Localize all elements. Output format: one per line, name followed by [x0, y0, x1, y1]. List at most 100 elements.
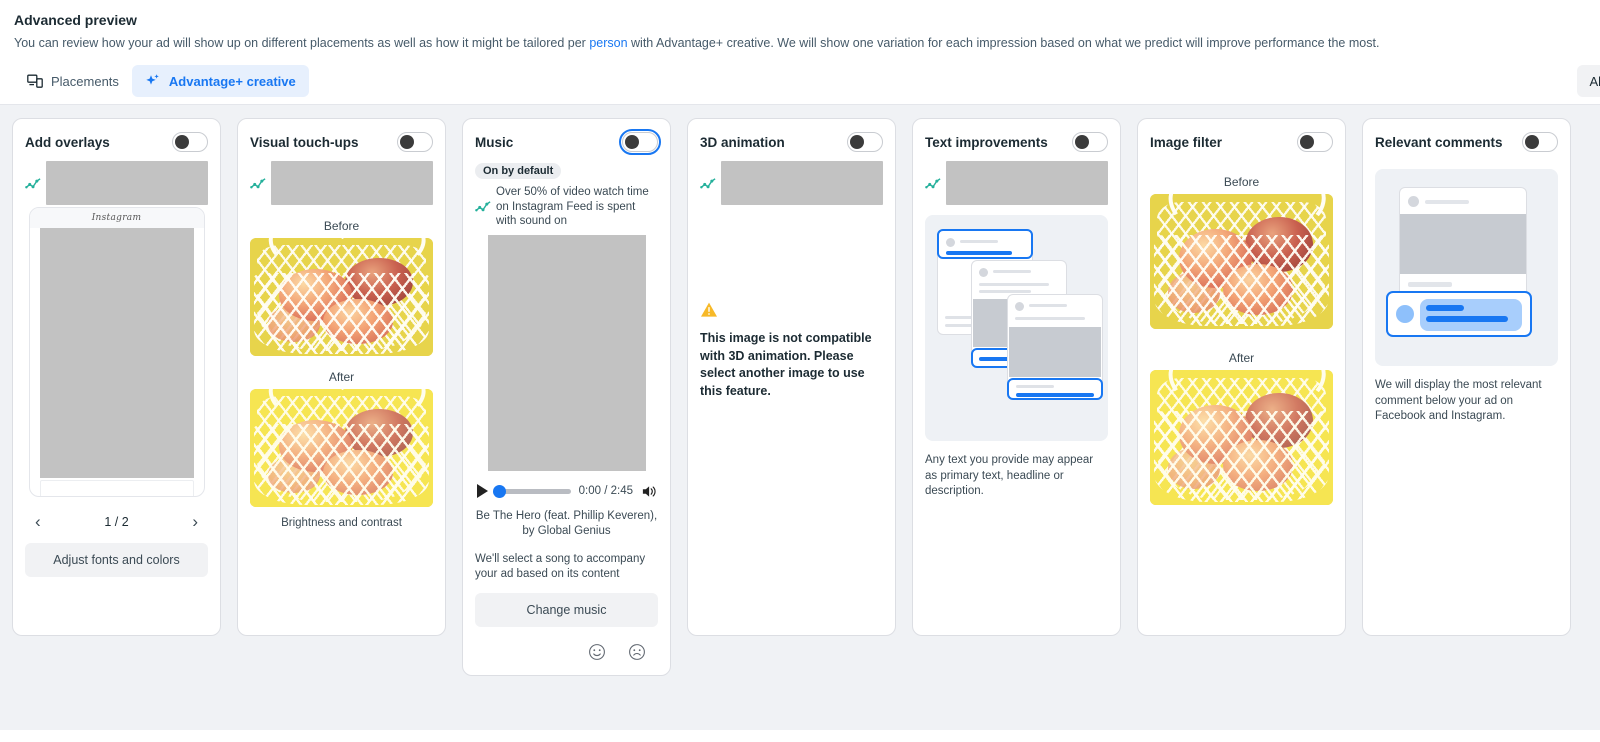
after-image [250, 389, 433, 507]
card-3d-animation: 3D animation [687, 118, 896, 636]
insight-placeholder-bar [46, 161, 208, 205]
card-title: Image filter [1150, 135, 1222, 150]
card-title: Relevant comments [1375, 135, 1503, 150]
toggle-text-improvements[interactable] [1072, 132, 1108, 152]
text-improvements-caption: Any text you provide may appear as prima… [925, 453, 1108, 500]
after-label: After [1150, 351, 1333, 365]
phone-preview: Instagram [29, 207, 205, 497]
toggle-knob [1525, 135, 1539, 149]
tab-advantage-plus-creative-label: Advantage+ creative [169, 74, 296, 89]
relevant-comment-illustration [1375, 169, 1558, 366]
highlighted-comment-mock [1386, 291, 1532, 337]
card-header: Visual touch-ups [250, 131, 433, 153]
change-music-button[interactable]: Change music [475, 593, 658, 627]
song-title: Be The Hero (feat. Phillip Keveren), by … [475, 509, 658, 539]
pager-prev-button[interactable]: ‹ [29, 511, 47, 532]
toggle-relevant-comments[interactable] [1522, 132, 1558, 152]
toggle-knob [1075, 135, 1089, 149]
tab-bar: Placements Advantage+ creative All c [0, 58, 1600, 104]
page-description: You can review how your ad will show up … [14, 34, 1586, 52]
description-text-trailing: with Advantage+ creative. We will show o… [628, 36, 1380, 50]
variation-card-front-cta [1007, 378, 1103, 400]
warning-triangle-icon [700, 301, 718, 319]
insight-row [250, 161, 433, 205]
toggle-knob [400, 135, 414, 149]
card-title: 3D animation [700, 135, 785, 150]
preview-pager: ‹ 1 / 2 › [25, 497, 208, 532]
warning-text: This image is not compatible with 3D ani… [700, 330, 883, 400]
insight-row [700, 161, 883, 205]
person-link[interactable]: person [589, 36, 627, 50]
card-image-filter: Image filter Before After [1137, 118, 1346, 636]
incompatibility-warning: This image is not compatible with 3D ani… [700, 205, 883, 400]
insight-placeholder-bar [721, 161, 883, 205]
page-title: Advanced preview [14, 10, 1586, 30]
card-header: Music [475, 131, 658, 153]
description-text-leading: You can review how your ad will show up … [14, 36, 589, 50]
music-video-placeholder [488, 235, 646, 471]
pager-label: 1 / 2 [104, 515, 128, 529]
playback-time: 0:00 / 2:45 [579, 485, 633, 497]
insight-row [925, 161, 1108, 205]
toggle-add-overlays[interactable] [172, 132, 208, 152]
card-header: Add overlays [25, 131, 208, 153]
tab-placements-label: Placements [51, 74, 119, 89]
thumbs-up-face-icon[interactable] [588, 643, 606, 661]
relevant-comments-caption: We will display the most relevant commen… [1375, 378, 1558, 425]
toggle-3d-animation[interactable] [847, 132, 883, 152]
on-by-default-badge: On by default [475, 163, 561, 179]
tab-placements[interactable]: Placements [14, 65, 132, 97]
insight-trend-icon [250, 175, 267, 192]
toggle-music[interactable] [622, 132, 658, 152]
thumbs-down-face-icon[interactable] [628, 643, 646, 661]
before-image [1150, 194, 1333, 329]
cards-row: Add overlays Instagram [0, 118, 1600, 676]
sparkle-icon [145, 73, 161, 89]
progress-handle[interactable] [493, 485, 506, 498]
after-image [1150, 370, 1333, 505]
feedback-row [475, 643, 658, 661]
card-title: Add overlays [25, 135, 110, 150]
advanced-preview-page: Advanced preview You can review how your… [0, 0, 1600, 742]
creative-filter-value: All c [1589, 74, 1600, 89]
music-player: 0:00 / 2:45 [475, 483, 658, 500]
placements-icon [27, 73, 43, 89]
pager-next-button[interactable]: › [186, 511, 204, 532]
card-add-overlays: Add overlays Instagram [12, 118, 221, 636]
play-icon[interactable] [477, 484, 488, 498]
card-text-improvements: Text improvements [912, 118, 1121, 636]
creative-filter-select[interactable]: All c [1577, 65, 1600, 97]
variation-card-back-header [937, 229, 1033, 259]
text-variations-illustration [925, 215, 1108, 441]
adjust-fonts-and-colors-button[interactable]: Adjust fonts and colors [25, 543, 208, 577]
card-header: Relevant comments [1375, 131, 1558, 153]
insight-trend-icon [475, 198, 492, 215]
card-title: Visual touch-ups [250, 135, 359, 150]
visual-touch-ups-caption: Brightness and contrast [250, 517, 433, 529]
toggle-image-filter[interactable] [1297, 132, 1333, 152]
insight-placeholder-bar [946, 161, 1108, 205]
ad-post-mock [1399, 187, 1527, 305]
before-label: Before [250, 219, 433, 233]
after-label: After [250, 370, 433, 384]
toggle-knob [175, 135, 189, 149]
toggle-knob [850, 135, 864, 149]
card-visual-touch-ups: Visual touch-ups Before [237, 118, 446, 636]
insight-trend-icon [25, 175, 42, 192]
tab-advantage-plus-creative[interactable]: Advantage+ creative [132, 65, 309, 97]
page-header: Advanced preview You can review how your… [0, 0, 1600, 52]
card-header: Text improvements [925, 131, 1108, 153]
volume-icon[interactable] [641, 483, 658, 500]
before-label: Before [1150, 175, 1333, 189]
insight-row [25, 161, 208, 205]
progress-slider[interactable] [496, 489, 571, 494]
insight-row: Over 50% of video watch time on Instagra… [475, 184, 658, 229]
preview-network-label: Instagram [30, 208, 204, 228]
music-note: We'll select a song to accompany your ad… [475, 552, 658, 582]
music-insight-text: Over 50% of video watch time on Instagra… [496, 184, 658, 229]
toggle-visual-touch-ups[interactable] [397, 132, 433, 152]
preview-image-placeholder [40, 228, 194, 478]
insight-trend-icon [700, 175, 717, 192]
before-image [250, 238, 433, 356]
card-title: Music [475, 135, 513, 150]
